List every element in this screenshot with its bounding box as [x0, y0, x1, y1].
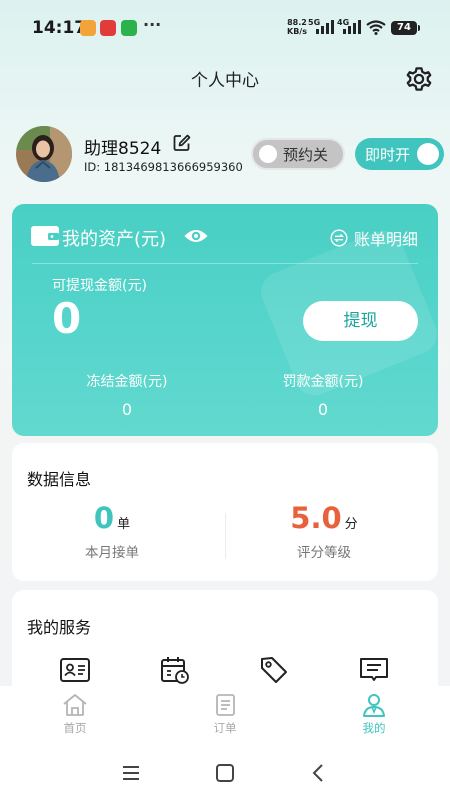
- rating-stat[interactable]: 5.0 分 评分等级: [234, 501, 414, 561]
- exchange-icon: [330, 229, 348, 247]
- services-title: 我的服务: [27, 618, 92, 637]
- bill-details-link[interactable]: 账单明细: [330, 226, 418, 250]
- booking-toggle[interactable]: 预约关: [251, 138, 345, 170]
- toggle-knob: [259, 145, 277, 163]
- data-info-title: 数据信息: [27, 470, 92, 489]
- withdraw-button[interactable]: 提现: [303, 301, 418, 341]
- tab-home[interactable]: 首页: [40, 692, 110, 736]
- avatar[interactable]: [16, 126, 72, 182]
- monthly-orders-stat[interactable]: 0单 本月接单: [22, 501, 202, 561]
- asset-title: 我的资产(元): [62, 229, 167, 250]
- frozen-amount-label: 冻结金额(元): [86, 374, 168, 390]
- wallet-icon: [31, 226, 59, 246]
- user-id: ID: 1813469813666959360: [84, 160, 243, 174]
- eye-icon[interactable]: [183, 225, 209, 247]
- tab-mine-label: 我的: [362, 721, 386, 735]
- wifi-icon: [366, 20, 386, 35]
- frozen-amount-value: 0: [121, 400, 133, 419]
- bottom-tab-bar: 首页 订单 我的: [0, 686, 450, 746]
- back-icon[interactable]: [308, 762, 330, 784]
- signal-bars-icon: [316, 20, 334, 34]
- booking-toggle-label: 预约关: [283, 145, 329, 164]
- id-card-icon[interactable]: [59, 654, 91, 686]
- instant-order-toggle[interactable]: 即时开: [355, 138, 444, 170]
- calendar-clock-icon[interactable]: [159, 654, 191, 686]
- message-icon[interactable]: [358, 654, 390, 686]
- system-navigation-bar: [0, 746, 450, 800]
- page-title: 个人中心: [191, 71, 259, 91]
- username: 助理8524: [84, 139, 162, 159]
- available-amount-value: 0: [52, 294, 82, 343]
- app-notification-icon: [80, 20, 96, 36]
- tab-orders[interactable]: 订单: [190, 692, 260, 736]
- status-time: 14:17: [32, 18, 87, 38]
- app-notification-icon: [100, 20, 116, 36]
- bill-details-label: 账单明细: [354, 230, 419, 249]
- monthly-orders-value: 0: [93, 501, 115, 535]
- tag-icon[interactable]: [258, 654, 290, 686]
- monthly-orders-label: 本月接单: [85, 545, 139, 561]
- fine-amount-value: 0: [317, 400, 329, 419]
- divider: [32, 263, 418, 264]
- tab-mine[interactable]: 我的: [339, 692, 409, 736]
- tab-orders-label: 订单: [213, 721, 237, 735]
- edit-icon[interactable]: [172, 133, 192, 153]
- battery-icon: 74: [391, 21, 420, 35]
- network-speed-unit: KB/s: [287, 27, 307, 36]
- fine-amount-label: 罚款金额(元): [282, 374, 364, 390]
- divider: [225, 513, 226, 559]
- rating-value: 5.0: [290, 501, 342, 535]
- menu-icon[interactable]: [120, 762, 142, 784]
- network-speed-value: 88.2: [287, 18, 307, 27]
- network-speed: 88.2 KB/s: [287, 18, 307, 36]
- available-amount-label: 可提现金额(元): [52, 278, 147, 294]
- monthly-orders-unit: 单: [117, 517, 131, 532]
- status-bar: 14:17 ··· 88.2 KB/s 5G 4G 74: [0, 0, 450, 56]
- toggle-knob: [417, 143, 439, 165]
- home-square-icon[interactable]: [214, 762, 236, 784]
- gear-icon[interactable]: [404, 64, 434, 94]
- user-icon: [363, 694, 385, 717]
- tab-home-label: 首页: [63, 721, 87, 735]
- wechat-notification-icon: [121, 20, 137, 36]
- signal-bars-icon: [343, 20, 361, 34]
- rating-unit: 分: [344, 517, 358, 532]
- rating-label: 评分等级: [297, 545, 351, 561]
- asset-card: 我的资产(元) 账单明细 可提现金额(元) 0 提现 冻结金额(元) 0 罚款金…: [12, 204, 438, 436]
- instant-toggle-label: 即时开: [365, 145, 411, 164]
- data-info-card: 数据信息 0单 本月接单 5.0 分 评分等级: [12, 443, 438, 581]
- document-icon: [216, 694, 235, 716]
- more-notifications-icon: ···: [143, 15, 162, 34]
- home-icon: [63, 694, 87, 716]
